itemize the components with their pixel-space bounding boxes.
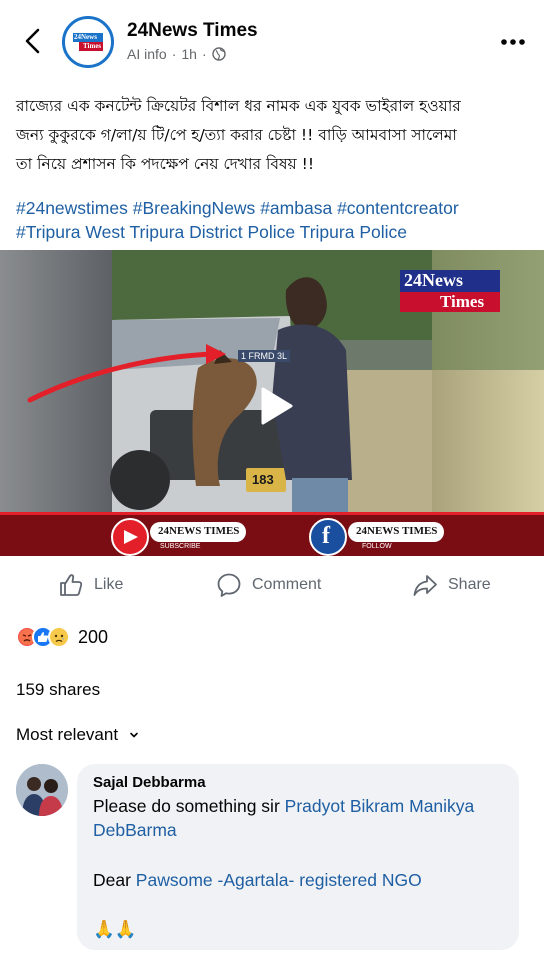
meta-separator: ·: [171, 46, 177, 62]
post-text-line: জন্য কুকুরকে গ/লা/য় টি/পে হ/ত্যা করার চ…: [16, 126, 457, 144]
tag-link[interactable]: Tripura Police: [300, 222, 407, 242]
comment-button[interactable]: Comment: [216, 565, 321, 605]
hashtag-link[interactable]: #Tripura: [16, 222, 81, 242]
tag-link[interactable]: West Tripura District Police: [85, 222, 295, 242]
comment-sort-dropdown[interactable]: Most relevant: [16, 725, 140, 745]
like-label: Like: [94, 576, 124, 593]
comment-text: Please do something sir: [93, 796, 285, 816]
hashtag-link[interactable]: #24newstimes: [16, 198, 128, 218]
video-plate-text: 1 FRMD 3L: [238, 350, 291, 362]
hashtag-link[interactable]: #contentcreator: [337, 198, 459, 218]
post-text-line: তা নিয়ে প্রশাসন কি পদক্ষেপ নেয় দেখার ব…: [16, 155, 315, 173]
banner-facebook-label: 24NEWS TIMES: [356, 525, 438, 537]
hashtag-link[interactable]: #BreakingNews: [133, 198, 256, 218]
post-text-line: রাজ্যের এক কনটেন্ট ক্রিয়েটর বিশাল ধর না…: [16, 97, 461, 115]
play-icon[interactable]: [247, 379, 301, 433]
commenter-avatar[interactable]: [16, 764, 68, 816]
hashtags: #24newstimes #BreakingNews #ambasa #cont…: [16, 196, 530, 244]
banner-youtube-label: 24NEWS TIMES: [158, 525, 240, 537]
logo-text-top: 24News: [74, 33, 97, 41]
back-arrow-icon[interactable]: [18, 26, 48, 56]
post-meta: AI info · 1h ·: [127, 46, 226, 62]
shares-count[interactable]: 159 shares: [16, 680, 100, 700]
banner-youtube-sub: SUBSCRIBE: [160, 543, 201, 550]
comment-line: DebBarma: [93, 818, 513, 843]
comment-emoji: 🙏🙏: [93, 919, 137, 939]
page-name[interactable]: 24News Times: [127, 20, 258, 42]
like-button[interactable]: Like: [58, 565, 123, 605]
video-plate-number: 183: [252, 472, 274, 487]
hashtag-link[interactable]: #ambasa: [260, 198, 332, 218]
page-avatar[interactable]: 24News Times: [62, 16, 114, 68]
banner-facebook-f: f: [322, 523, 330, 549]
meta-separator-2: ·: [201, 46, 207, 62]
ai-info-label[interactable]: AI info: [127, 46, 167, 62]
sort-label: Most relevant: [16, 725, 119, 744]
comment-line: Please do something sir Pradyot Bikram M…: [93, 794, 513, 819]
sad-reaction-icon: [48, 626, 70, 648]
reactions-summary[interactable]: 200: [16, 625, 108, 649]
logo-text-bottom: Times: [83, 42, 102, 50]
mention-link[interactable]: Pradyot Bikram Manikya: [285, 796, 475, 816]
comment-text: Dear: [93, 870, 136, 890]
video-watermark-bottom: Times: [440, 292, 485, 311]
thumbs-up-icon: [60, 574, 83, 596]
post-time[interactable]: 1h: [181, 46, 197, 62]
post-header: 24News Times 24News Times AI info · 1h ·: [0, 0, 544, 86]
post-text: রাজ্যের এক কনটেন্ট ক্রিয়েটর বিশাল ধর না…: [16, 92, 530, 179]
comment-label: Comment: [252, 576, 322, 593]
mention-link[interactable]: DebBarma: [93, 820, 177, 840]
share-icon: [413, 575, 437, 596]
commenter-name[interactable]: Sajal Debbarma: [93, 774, 206, 791]
comment-bubble: Sajal Debbarma Please do something sir P…: [77, 764, 519, 950]
chevron-down-icon: [130, 732, 138, 738]
reaction-count: 200: [78, 626, 109, 647]
video-watermark-top: 24News: [404, 270, 463, 290]
share-label: Share: [448, 576, 491, 593]
more-options-icon[interactable]: [496, 32, 532, 52]
share-button[interactable]: Share: [412, 565, 491, 605]
mention-link[interactable]: Pawsome -Agartala- registered NGO: [136, 870, 422, 890]
banner-facebook-sub: FOLLOW: [362, 543, 392, 550]
post-actions: Like Comment Share: [0, 565, 544, 605]
globe-icon: [211, 47, 226, 61]
comment-line: Dear Pawsome -Agartala- registered NGO: [93, 868, 513, 893]
comment-icon: [217, 573, 241, 597]
